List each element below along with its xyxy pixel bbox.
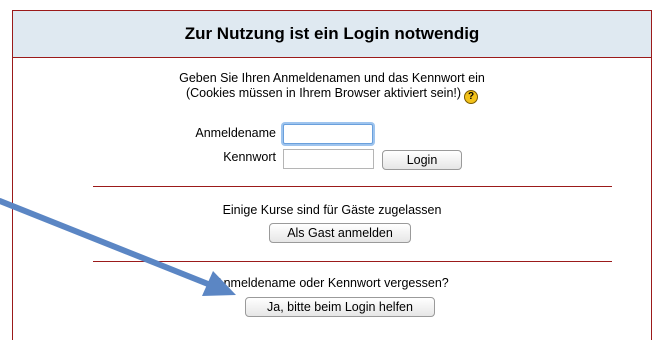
- password-row: Kennwort Login: [13, 149, 651, 173]
- divider-1: [93, 186, 612, 187]
- login-button[interactable]: Login: [382, 150, 462, 170]
- help-icon[interactable]: ?: [464, 89, 479, 104]
- guest-info-text: Einige Kurse sind für Gäste zugelassen: [222, 203, 442, 217]
- divider-2: [93, 261, 612, 262]
- page-title: Zur Nutzung ist ein Login notwendig: [13, 11, 651, 58]
- intro-line-2: (Cookies müssen in Ihrem Browser aktivie…: [13, 86, 651, 104]
- username-row: Anmeldename: [13, 124, 651, 148]
- forgot-help-button[interactable]: Ja, bitte beim Login helfen: [245, 297, 435, 317]
- page-title-text: Zur Nutzung ist ein Login notwendig: [184, 24, 480, 43]
- login-intro: Geben Sie Ihren Anmeldenamen und das Ken…: [13, 71, 651, 104]
- login-panel: Zur Nutzung ist ein Login notwendig Gebe…: [12, 10, 652, 340]
- intro-line-1: Geben Sie Ihren Anmeldenamen und das Ken…: [179, 71, 485, 85]
- guest-login-button[interactable]: Als Gast anmelden: [269, 223, 411, 243]
- username-label: Anmeldename: [195, 126, 276, 140]
- forgot-info-text: Anmeldename oder Kennwort vergessen?: [215, 276, 449, 290]
- username-input[interactable]: [283, 124, 373, 144]
- intro-line-2-text: (Cookies müssen in Ihrem Browser aktivie…: [185, 86, 462, 100]
- password-input[interactable]: [283, 149, 374, 169]
- password-label: Kennwort: [223, 150, 276, 164]
